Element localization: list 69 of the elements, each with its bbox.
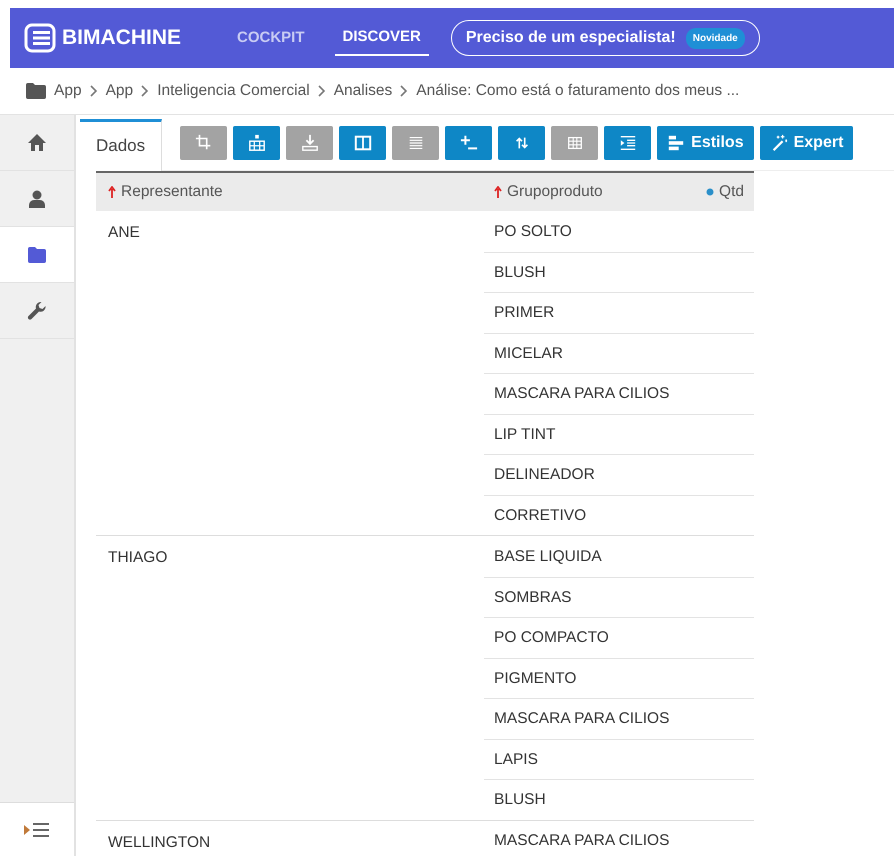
table-cell: MICELAR [484, 332, 754, 373]
table-cell-text: PO SOLTO [493, 222, 573, 242]
expert-button[interactable]: Preciso de um especialista! Novidade [450, 20, 760, 56]
table-cell: SOMBRAS [484, 576, 754, 617]
breadcrumb-link[interactable]: App [54, 79, 82, 103]
breadcrumb-link[interactable]: App [106, 79, 134, 103]
breadcrumb-link[interactable]: Análise: Como está o faturamento dos meus ... [416, 79, 740, 103]
toolbar-button[interactable]: Expert [760, 126, 854, 160]
expand-panel-icon[interactable] [24, 820, 50, 838]
toolbar-button[interactable] [498, 126, 546, 160]
sort-arrow-icon [108, 186, 116, 198]
toolbar-button[interactable] [392, 126, 440, 160]
toolbar-button[interactable] [604, 126, 652, 160]
download-icon [300, 134, 319, 152]
user-icon [27, 188, 47, 208]
new-badge: Novidade [686, 28, 745, 48]
bars-icon [667, 134, 686, 152]
header-label: Qtd [719, 182, 744, 202]
table-cell-text: MASCARA PARA CILIOS [493, 831, 670, 852]
table-cell-text: BASE LIQUIDA [493, 546, 603, 567]
toolbar-button[interactable] [339, 126, 386, 160]
plus-minus-icon [460, 134, 478, 152]
table-cell-text: ANE [107, 223, 141, 243]
table-cell: MASCARA PARA CILIOS [484, 698, 754, 738]
nav-tab[interactable]: COCKPIT [229, 20, 312, 56]
table-cell: LAPIS [484, 738, 754, 779]
table-cell: MASCARA PARA CILIOS [484, 373, 754, 414]
breadcrumb-link[interactable]: Inteligencia Comercial [157, 79, 310, 103]
toolbar-button[interactable] [445, 126, 492, 160]
chevron-icon [141, 85, 150, 97]
logo-text: BIMACHINE [62, 25, 181, 52]
folder-icon [27, 244, 47, 264]
folder-icon [26, 83, 46, 99]
toolbar-button[interactable] [286, 126, 334, 160]
table-cell: PO COMPACTO [484, 617, 754, 658]
measure-dot-icon [706, 188, 714, 196]
crop-icon [194, 134, 213, 152]
indent-icon [618, 134, 637, 152]
column-header[interactable]: Qtd [684, 180, 754, 204]
table-cell: DELINEADOR [484, 454, 754, 494]
toolbar-button[interactable] [551, 126, 598, 160]
data-tab[interactable]: Dados [80, 118, 162, 170]
column-header[interactable]: Grupoproduto [484, 180, 684, 204]
chevron-icon [90, 85, 98, 97]
table-cell-text: THIAGO [107, 548, 168, 568]
wrench-icon [27, 300, 47, 320]
toolbar-button[interactable]: Estilos [657, 126, 754, 160]
nav-tab[interactable]: DISCOVER [334, 20, 429, 56]
header-label: Representante [121, 182, 223, 202]
chevron-icon [318, 85, 326, 97]
toolbar-button[interactable] [233, 126, 280, 160]
column-header[interactable]: Representante [96, 180, 484, 204]
breadcrumb-link[interactable]: Analises [334, 79, 392, 103]
home-icon [27, 132, 47, 152]
table-cell: PRIMER [484, 292, 754, 332]
chevron-icon [400, 85, 408, 97]
table-cell: BLUSH [484, 779, 754, 820]
hierarchy-icon [248, 134, 266, 152]
table-cell: PIGMENTO [484, 658, 754, 698]
sidebar-item[interactable] [0, 227, 74, 283]
table-cell: CORRETIVO [484, 494, 754, 535]
sort-arrow-icon [494, 186, 502, 198]
table-cell: BLUSH [484, 252, 754, 292]
toolbar-button[interactable] [180, 126, 228, 160]
columns-icon [354, 134, 372, 152]
logo-icon [24, 23, 56, 53]
table-cell: LIP TINT [484, 414, 754, 454]
header-label: Grupoproduto [507, 182, 603, 202]
table-cell-text: WELLINGTON [107, 832, 212, 852]
